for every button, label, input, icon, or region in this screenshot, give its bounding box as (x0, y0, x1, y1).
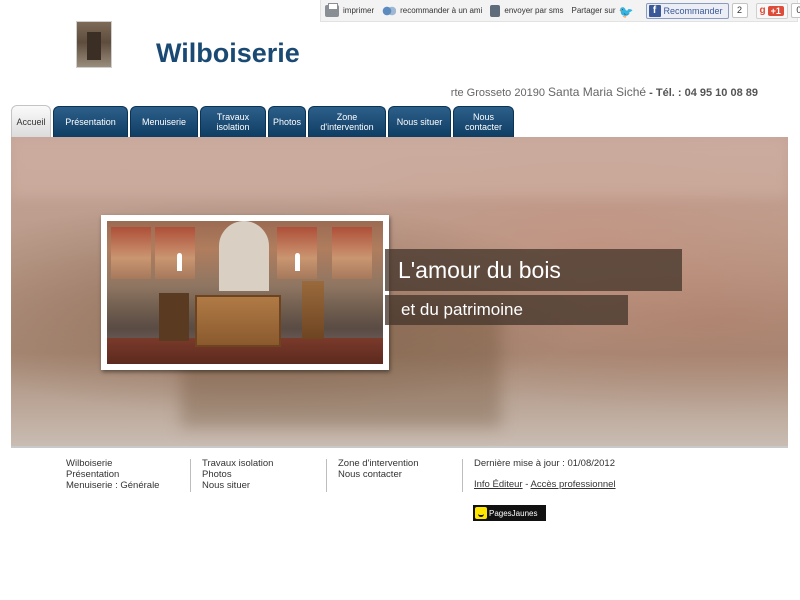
page: imprimer recommander à un ami envoyer pa… (0, 0, 800, 600)
gplus-button[interactable]: g +1 (755, 2, 788, 19)
main-nav: Accueil Présentation Menuiserie Travaux … (11, 105, 516, 137)
phone-icon (490, 4, 501, 17)
footer-divider (462, 459, 463, 492)
editor-links: Info Éditeur - Accès professionnel (474, 479, 616, 490)
tab-nous-contacter[interactable]: Nous contacter (453, 106, 514, 137)
footer-column-1: Wilboiserie Présentation Menuiserie : Gé… (66, 458, 159, 491)
fresco (111, 227, 151, 279)
share-twitter-button[interactable]: Partager sur 🐦 (568, 0, 642, 21)
print-button[interactable]: imprimer (321, 0, 378, 21)
gplus-count: 0 (790, 3, 800, 18)
sms-button[interactable]: envoyer par sms (486, 0, 567, 21)
tab-accueil[interactable]: Accueil (11, 105, 51, 137)
share-bar: imprimer recommander à un ami envoyer pa… (320, 0, 800, 22)
street-address: rte Grosseto 20190 (450, 87, 545, 99)
logo-image[interactable] (76, 21, 112, 68)
footer-column-3: Zone d'intervention Nous contacter (338, 458, 419, 480)
facebook-label: Recommander (663, 5, 723, 16)
altar (195, 295, 281, 347)
facebook-icon: f (648, 4, 661, 17)
footer-column-4: Dernière mise à jour : 01/08/2012 Info É… (474, 458, 616, 490)
address: rte Grosseto 20190 Santa Maria Siché - T… (451, 85, 758, 99)
footer-link-photos[interactable]: Photos (202, 469, 273, 480)
last-update: Dernière mise à jour : 01/08/2012 (474, 458, 615, 469)
fresco (155, 227, 195, 279)
friends-icon (382, 4, 397, 17)
pagesjaunes-label: PagesJaunes (489, 508, 538, 518)
share-label: Partager sur (571, 6, 616, 15)
twitter-icon: 🐦 (618, 4, 634, 19)
info-editeur-link[interactable]: Info Éditeur (474, 479, 523, 490)
footer-link-wilboiserie[interactable]: Wilboiserie (66, 458, 159, 469)
arch (219, 221, 269, 291)
bench (159, 293, 189, 341)
footer-link-menuiserie[interactable]: Menuiserie : Générale (66, 480, 159, 491)
window (295, 253, 300, 271)
tab-presentation[interactable]: Présentation (53, 106, 128, 137)
pagesjaunes-icon (475, 507, 487, 519)
tab-travaux-isolation[interactable]: Travaux isolation (200, 106, 266, 137)
tab-nous-situer[interactable]: Nous situer (388, 106, 451, 137)
site-title[interactable]: Wilboiserie (156, 38, 300, 69)
google-icon: g (759, 5, 766, 16)
facebook-count: 2 (731, 3, 748, 18)
recommend-friend-button[interactable]: recommander à un ami (378, 0, 486, 21)
footer-link-nous-contacter[interactable]: Nous contacter (338, 469, 419, 480)
gplus-label: +1 (767, 5, 784, 16)
banner-background (11, 137, 788, 197)
footer-divider (326, 459, 327, 492)
tab-menuiserie[interactable]: Menuiserie (130, 106, 198, 137)
town: Santa Maria Siché (548, 85, 647, 99)
banner-caption-sub: et du patrimoine (385, 295, 628, 325)
pagesjaunes-badge[interactable]: PagesJaunes (473, 505, 546, 521)
facebook-recommend-button[interactable]: f Recommander (645, 2, 729, 19)
hero-banner: L'amour du bois et du patrimoine (11, 137, 788, 448)
banner-caption-main: L'amour du bois (385, 249, 682, 291)
recommend-friend-label: recommander à un ami (400, 6, 483, 15)
tab-zone-intervention[interactable]: Zone d'intervention (308, 106, 386, 137)
window (177, 253, 182, 271)
print-label: imprimer (343, 6, 375, 15)
lectern (302, 281, 324, 339)
featured-photo (101, 215, 389, 370)
printer-icon (325, 2, 339, 17)
fresco (332, 227, 372, 279)
link-separator: - (522, 479, 531, 490)
footer-column-2: Travaux isolation Photos Nous situer (202, 458, 273, 491)
pro-access-link[interactable]: Accès professionnel (531, 479, 616, 490)
footer-divider (190, 459, 191, 492)
sms-label: envoyer par sms (504, 6, 564, 15)
chapel-photo (107, 221, 383, 364)
footer-link-zone-intervention[interactable]: Zone d'intervention (338, 458, 419, 469)
tab-photos[interactable]: Photos (268, 106, 306, 137)
footer-link-nous-situer[interactable]: Nous situer (202, 480, 273, 491)
footer-link-presentation[interactable]: Présentation (66, 469, 159, 480)
phone-number: - Tél. : 04 95 10 08 89 (649, 87, 758, 99)
footer-link-travaux-isolation[interactable]: Travaux isolation (202, 458, 273, 469)
